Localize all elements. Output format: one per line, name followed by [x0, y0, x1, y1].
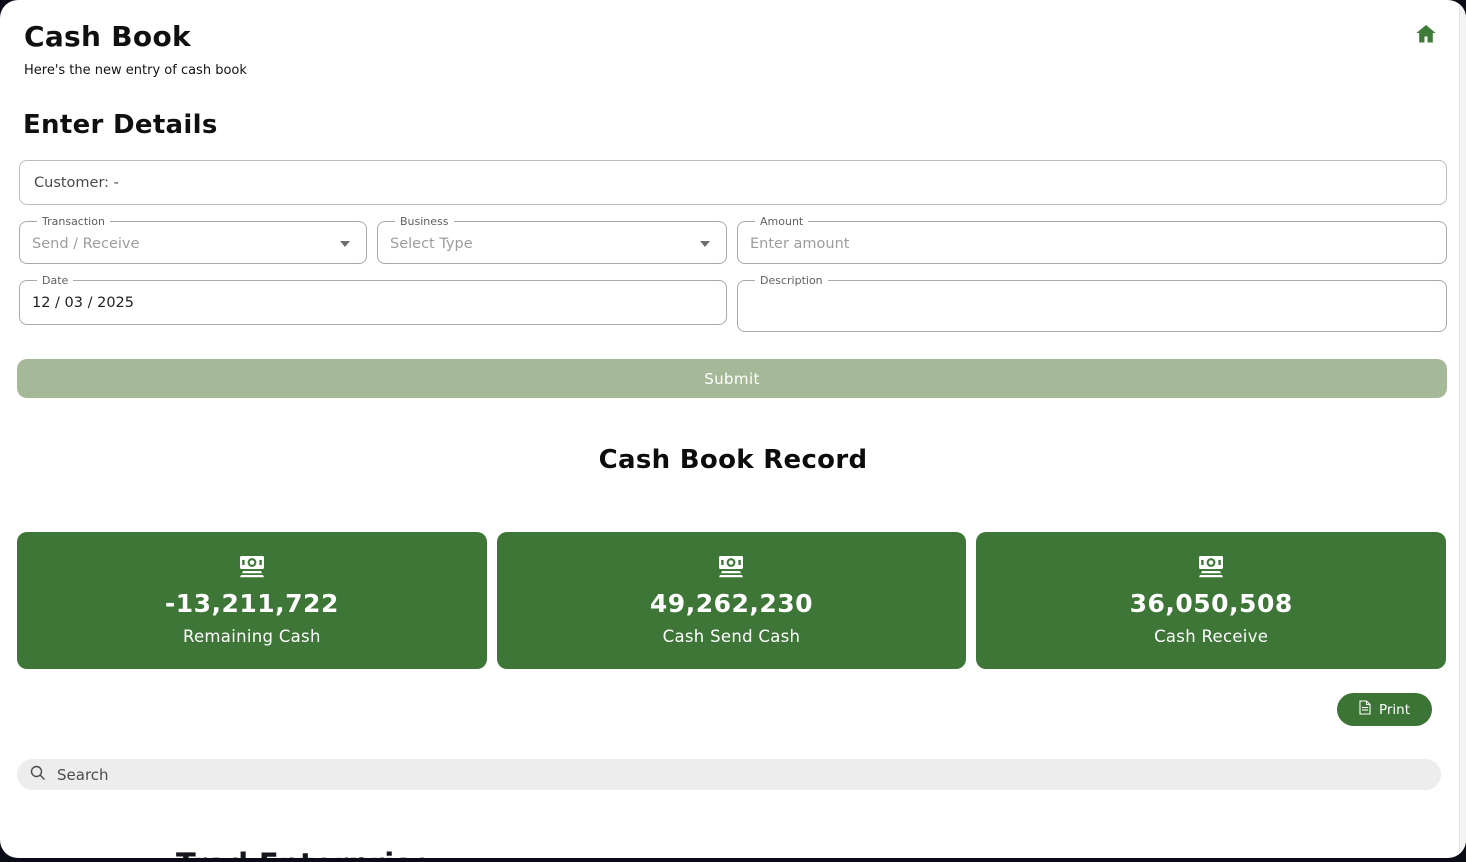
- magnifier-icon: [30, 765, 46, 785]
- home-icon: [1414, 31, 1438, 50]
- amount-input[interactable]: [750, 236, 1434, 252]
- cash-send-label: Cash Send Cash: [663, 627, 801, 646]
- header: Cash Book Here's the new entry of cash b…: [0, 0, 1466, 78]
- cash-receive-value: 36,050,508: [1130, 589, 1293, 618]
- entry-form: Customer: - Transaction Send / Receive B…: [19, 160, 1447, 332]
- record-heading: Cash Book Record: [0, 445, 1466, 475]
- amount-field[interactable]: Amount: [737, 216, 1447, 264]
- submit-button[interactable]: Submit: [17, 359, 1447, 398]
- page-title: Cash Book: [24, 20, 1442, 53]
- scrollbar[interactable]: [1459, 0, 1466, 858]
- remaining-cash-label: Remaining Cash: [183, 627, 321, 646]
- page-subtitle: Here's the new entry of cash book: [24, 63, 1442, 78]
- app-window: Cash Book Here's the new entry of cash b…: [0, 0, 1466, 858]
- transaction-select[interactable]: Transaction Send / Receive: [19, 216, 367, 264]
- remaining-cash-value: -13,211,722: [165, 589, 339, 618]
- amount-label: Amount: [755, 216, 808, 227]
- transaction-label: Transaction: [37, 216, 110, 227]
- enterprise-heading-clipped: Trad Enterprise: [176, 847, 432, 858]
- date-label: Date: [37, 275, 73, 286]
- cash-receive-card: 36,050,508 Cash Receive: [976, 532, 1446, 669]
- print-row: Print: [0, 693, 1432, 726]
- customer-field-value: Customer: -: [34, 175, 119, 191]
- business-label: Business: [395, 216, 454, 227]
- document-icon: [1359, 700, 1371, 719]
- banknote-stack-icon: [237, 555, 267, 579]
- caret-down-icon: [700, 241, 710, 247]
- banknote-stack-icon: [716, 555, 746, 579]
- banknote-stack-icon: [1196, 555, 1226, 579]
- search-input[interactable]: [55, 765, 1428, 785]
- home-button[interactable]: [1414, 22, 1438, 46]
- cash-send-card: 49,262,230 Cash Send Cash: [497, 532, 967, 669]
- description-label: Description: [755, 275, 828, 286]
- print-button-label: Print: [1379, 702, 1410, 718]
- remaining-cash-card: -13,211,722 Remaining Cash: [17, 532, 487, 669]
- customer-field[interactable]: Customer: -: [19, 160, 1447, 205]
- description-input[interactable]: [750, 295, 1434, 311]
- caret-down-icon: [340, 241, 350, 247]
- enter-details-heading: Enter Details: [23, 110, 1442, 140]
- print-button[interactable]: Print: [1337, 693, 1432, 726]
- date-field[interactable]: Date 12 / 03 / 2025: [19, 275, 727, 325]
- search-bar[interactable]: [17, 759, 1441, 790]
- description-field[interactable]: Description: [737, 275, 1447, 332]
- cash-receive-label: Cash Receive: [1154, 627, 1268, 646]
- date-value: 12 / 03 / 2025: [32, 295, 134, 311]
- cash-send-value: 49,262,230: [650, 589, 813, 618]
- business-value: Select Type: [390, 236, 473, 252]
- summary-cards: -13,211,722 Remaining Cash 49,262,230 Ca…: [17, 532, 1446, 669]
- business-select[interactable]: Business Select Type: [377, 216, 727, 264]
- transaction-value: Send / Receive: [32, 236, 139, 252]
